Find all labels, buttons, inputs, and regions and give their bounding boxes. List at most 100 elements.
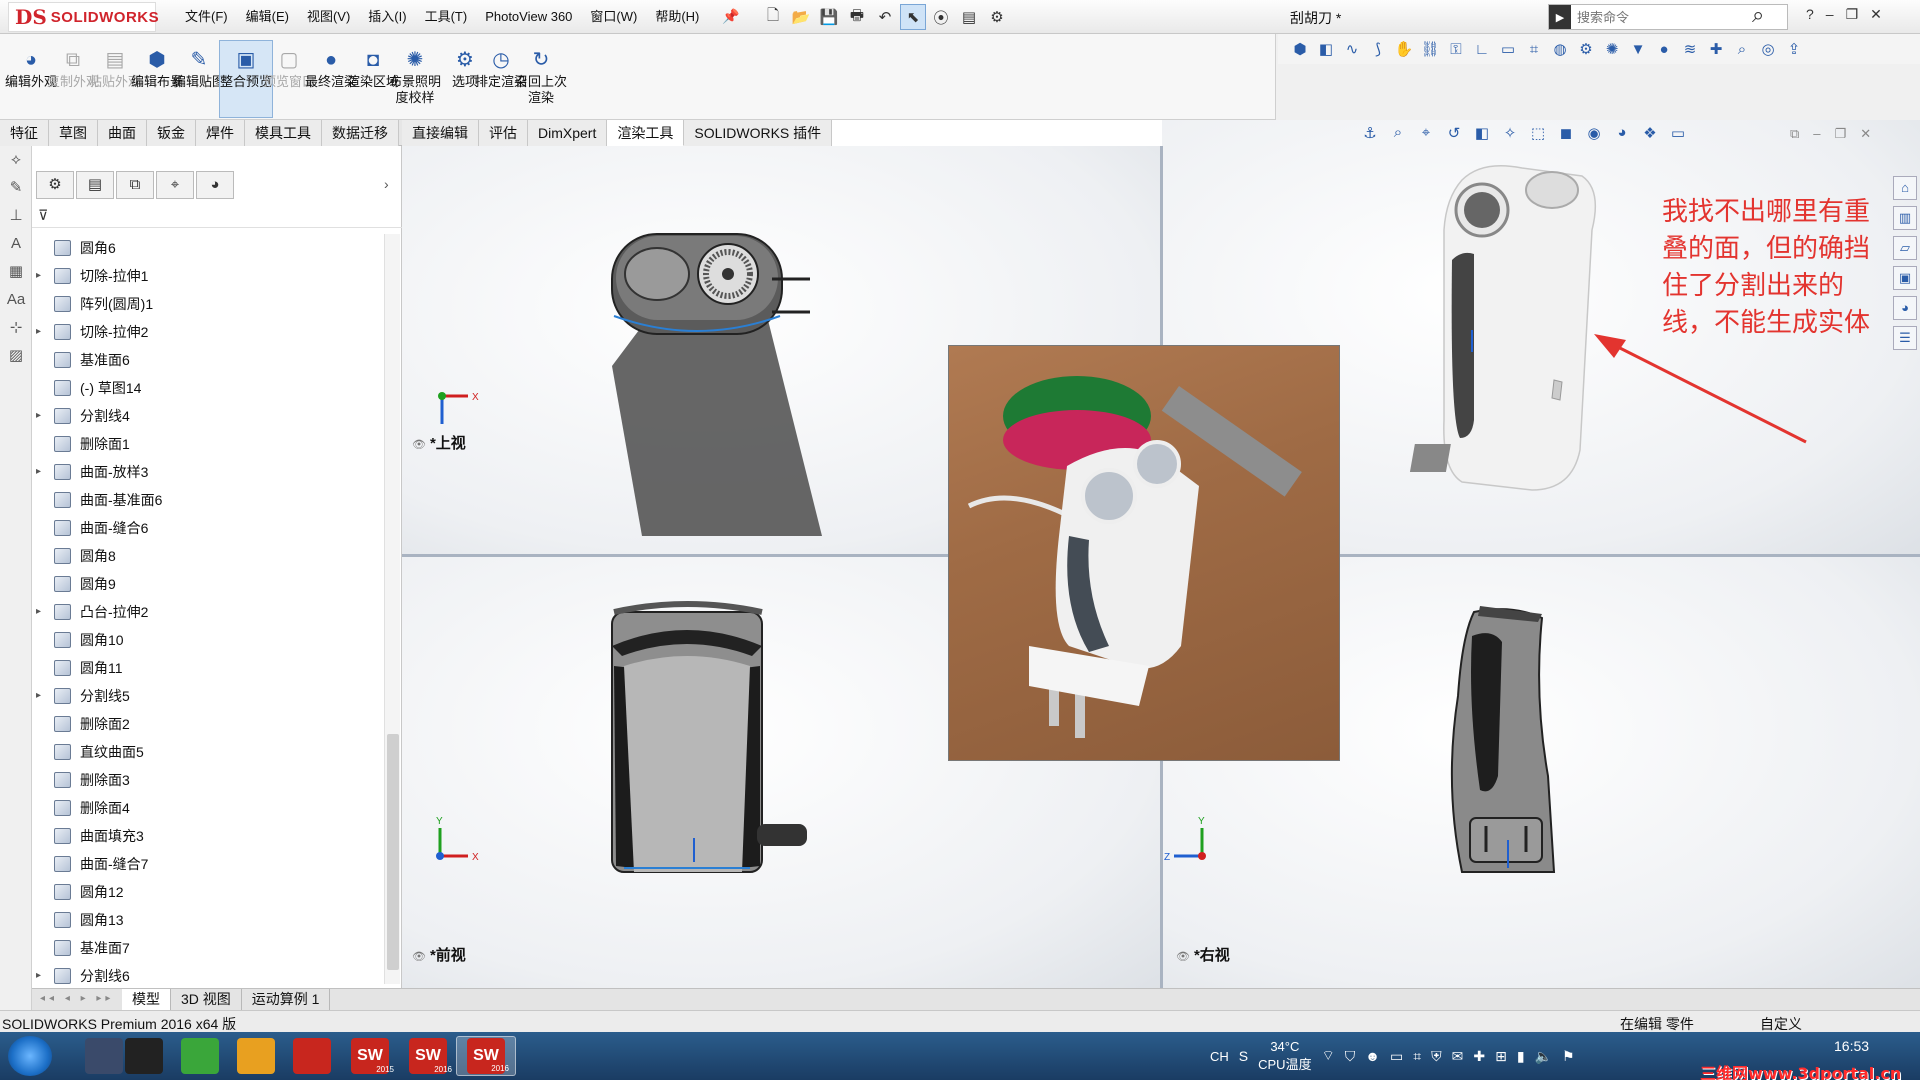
volume-icon[interactable]: 🔈 [1535,1048,1552,1065]
spline-icon[interactable]: ⟆ [1368,40,1388,58]
eye-icon[interactable]: 👁 [412,951,426,963]
tree-node[interactable]: 阵列(圆周)1 [32,290,384,318]
gear-icon[interactable]: ⚙ [1576,40,1596,58]
magnifier-icon[interactable]: ⌕ [1732,41,1752,58]
tree-node[interactable]: ▸ 分割线5 [32,682,384,710]
tab-0[interactable]: 特征 [0,120,49,146]
tab-7[interactable]: 直接编辑 [402,120,479,146]
view-palette-icon[interactable]: ▣ [1893,266,1917,290]
curve-icon[interactable]: ∿ [1342,40,1362,58]
tree-node[interactable]: ▸ 曲面-放样3 [32,458,384,486]
command-light[interactable]: ✺ 布景照明度校样 [388,48,442,118]
property-manager-tab-icon[interactable]: ▤ [76,171,114,199]
start-button[interactable] [8,1036,52,1076]
tab-11[interactable]: SOLIDWORKS 插件 [684,120,833,146]
export-icon[interactable]: ⇪ [1784,40,1804,58]
tree-node[interactable]: 直纹曲面5 [32,738,384,766]
network-icon[interactable]: ⌗ [1413,1048,1421,1065]
tree-node[interactable]: 圆角13 [32,906,384,934]
tree-node[interactable]: 删除面1 [32,430,384,458]
tree-node[interactable]: 圆角8 [32,542,384,570]
tab-3[interactable]: 钣金 [147,120,196,146]
snap-icon[interactable]: ⊹ [0,314,32,342]
eye-icon[interactable]: 👁 [1176,951,1190,963]
custom-properties-icon[interactable]: ☰ [1893,326,1917,350]
minimize-icon[interactable]: – [1826,6,1834,23]
tab-navigation-arrows[interactable]: ◂◂ ◂ ▸ ▸▸ [32,989,122,1009]
menu-item-7[interactable]: 帮助(H) [646,0,708,34]
smart-dimension-icon[interactable]: ⟡ [0,146,32,174]
taskbar-app-sw2016[interactable]: SW 2016 [456,1036,516,1076]
viewport-minimize-icon[interactable]: – [1813,126,1820,142]
dynamic-annotation-icon[interactable]: ✧ [1500,124,1520,142]
search-input[interactable] [1577,9,1757,25]
zoom-fit-icon[interactable]: ⌕ [1388,124,1408,142]
save-icon[interactable]: 💾 [816,4,842,30]
bottom-tab-0[interactable]: 模型 [122,989,171,1010]
layer-icon[interactable]: ▨ [0,342,32,370]
hide-show-icon[interactable]: ◉ [1584,124,1604,142]
menu-item-2[interactable]: 视图(V) [298,0,359,34]
measure-icon[interactable]: ≋ [1680,40,1700,58]
taskbar-app-folder[interactable] [226,1036,286,1076]
binoculars-icon[interactable]: ◎ [1758,40,1778,58]
cog-icon[interactable]: ✺ [1602,40,1622,58]
undo-icon[interactable]: ↶ [872,4,898,30]
menu-item-4[interactable]: 工具(T) [416,0,477,34]
expand-arrow-icon[interactable]: ▸ [36,458,48,486]
tree-filter[interactable]: ⊽ [32,204,402,228]
orient-icon[interactable]: ⚓ [1360,124,1380,142]
tab-4[interactable]: 焊件 [196,120,245,146]
previous-view-icon[interactable]: ↺ [1444,124,1464,142]
restore-icon[interactable]: ❐ [1846,6,1859,23]
tree-node[interactable]: 删除面4 [32,794,384,822]
viewport-restore-icon[interactable]: ❐ [1835,126,1847,142]
grid-icon[interactable]: ▦ [0,258,32,286]
monitor-icon[interactable]: ▭ [1498,40,1518,58]
select-cursor-icon[interactable]: ⬉ [900,4,926,30]
open-folder-icon[interactable]: 📂 [788,4,814,30]
expand-arrow-icon[interactable]: ▸ [36,318,48,346]
tree-node[interactable]: 基准面6 [32,346,384,374]
plus-icon[interactable]: ✚ [1706,40,1726,58]
design-library-icon[interactable]: ▥ [1893,206,1917,230]
scrollbar-thumb[interactable] [387,734,399,970]
expand-arrow-icon[interactable]: ▸ [36,262,48,290]
tab-6[interactable]: 数据迁移 [322,120,399,146]
wifi-icon[interactable]: ⌔ [1322,1047,1335,1065]
tree-node[interactable]: (-) 草图14 [32,374,384,402]
key-icon[interactable]: ⚿ [1446,41,1466,58]
bottom-tab-1[interactable]: 3D 视图 [171,989,242,1010]
tree-node[interactable]: 删除面2 [32,710,384,738]
ime-indicator[interactable]: CH [1210,1049,1229,1064]
text-icon[interactable]: A [0,230,32,258]
expand-arrow-icon[interactable]: ▸ [36,962,48,990]
file-properties-icon[interactable]: ▤ [956,4,982,30]
display-manager-tab-icon[interactable]: ◕ [196,171,234,199]
filter-icon[interactable]: ⊽ [38,207,48,224]
relation-icon[interactable]: ⊥ [0,202,32,230]
tree-node[interactable]: 曲面填充3 [32,822,384,850]
tree-node[interactable]: ▸ 凸台-拉伸2 [32,598,384,626]
help-icon[interactable]: ? [1806,6,1814,23]
tab-5[interactable]: 模具工具 [245,120,322,146]
tree-node[interactable]: 圆角9 [32,570,384,598]
tab-2[interactable]: 曲面 [98,120,147,146]
command-decal[interactable]: ✎ 编辑贴图 [172,48,226,118]
apply-scene-icon[interactable]: ❖ [1640,124,1660,142]
feature-tree-tab-icon[interactable]: ⚙ [36,171,74,199]
hand-icon[interactable]: ✋ [1394,40,1414,58]
plus-tray-icon[interactable]: ✚ [1473,1048,1485,1065]
command-recall[interactable]: ↻ 召回上次渲染 [514,48,568,118]
tree-node[interactable]: ▸ 分割线4 [32,402,384,430]
view-orientation-icon[interactable]: ⬚ [1528,124,1548,142]
viewport-tile-icon[interactable]: ⧉ [1790,126,1799,142]
eye-icon[interactable]: 👁 [412,439,426,451]
tree-node[interactable]: 曲面-缝合7 [32,850,384,878]
taskbar-app-qq[interactable] [114,1036,174,1076]
sogou-icon[interactable]: S [1239,1048,1248,1064]
tab-9[interactable]: DimXpert [528,120,608,146]
font-icon[interactable]: Aa [0,286,32,314]
wechat-icon[interactable]: ✉ [1452,1048,1464,1065]
pin-icon[interactable]: 📌 [722,8,739,25]
